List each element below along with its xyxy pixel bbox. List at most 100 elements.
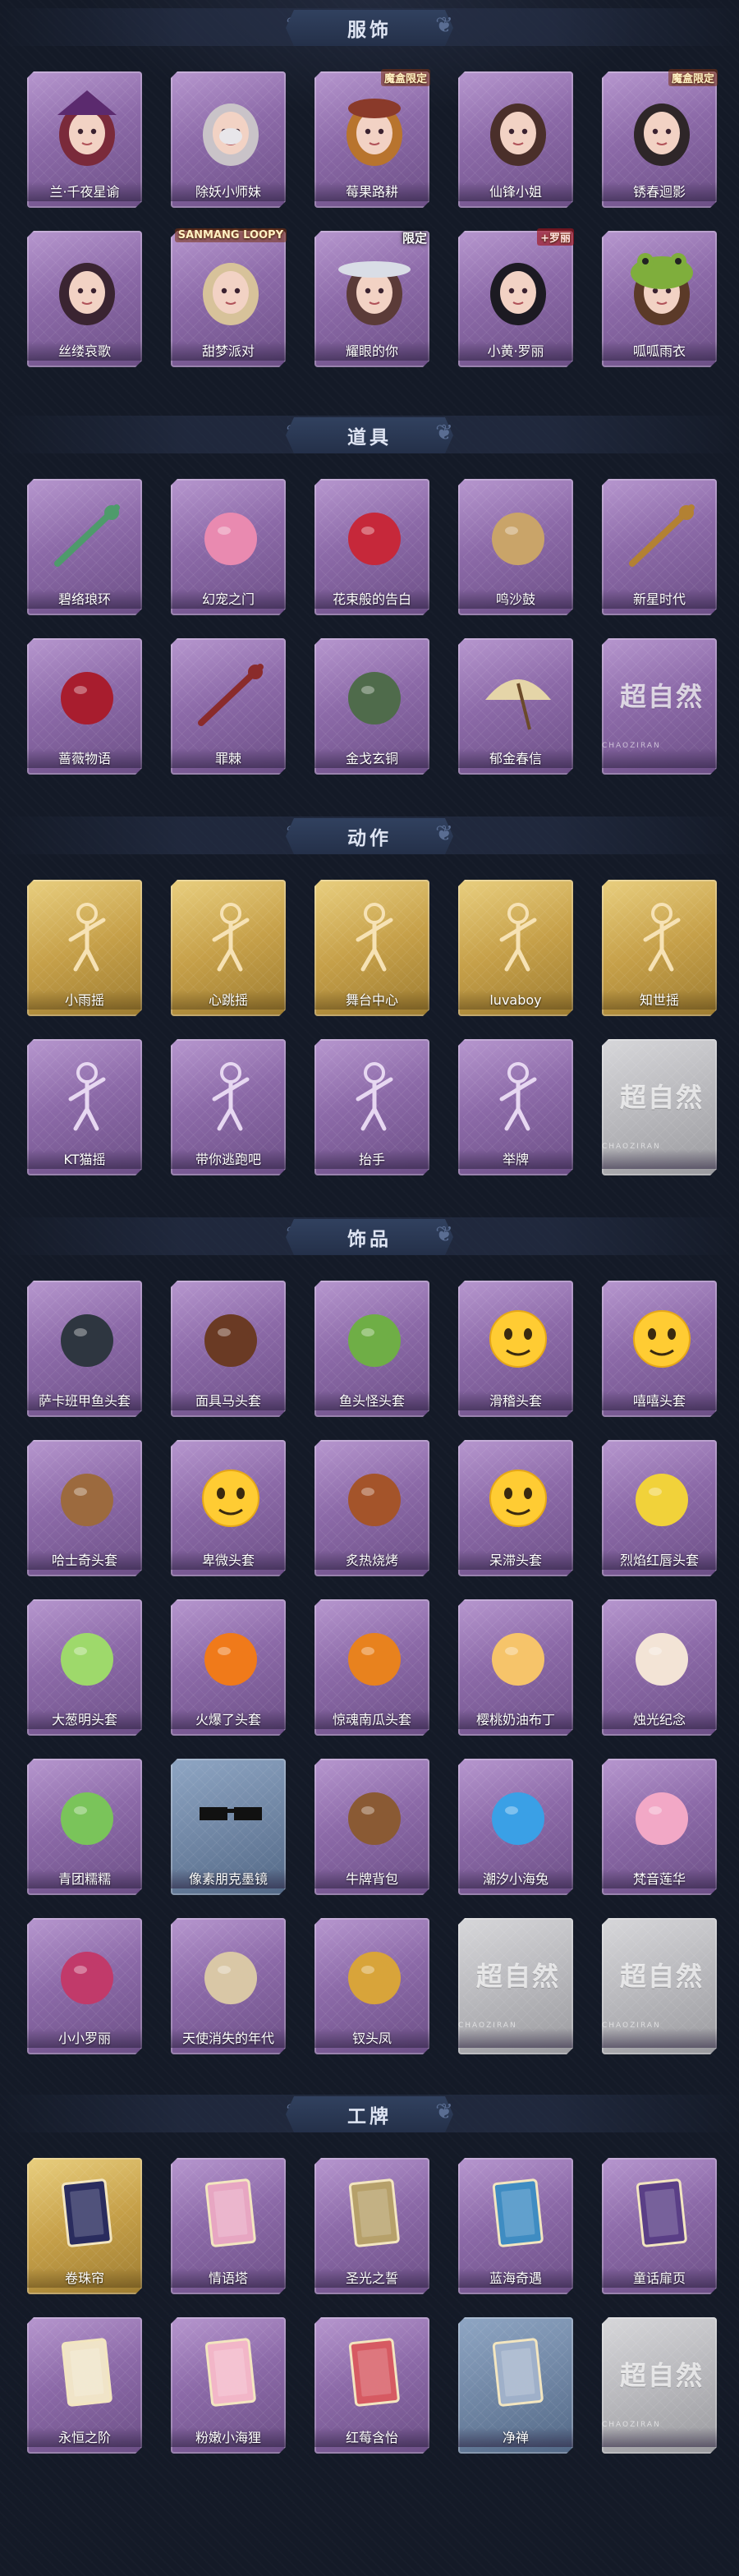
item-card[interactable]: 花束般的告白 <box>312 476 432 618</box>
item-card[interactable]: 小小罗丽 <box>25 1916 145 2057</box>
section-emotes: ❦动作❦小雨摇心跳摇舞台中心luvaboy知世摇KT猫摇带你逃跑吧抬手举牌CHA… <box>0 808 739 867</box>
item-card[interactable]: 碧络琅环 <box>25 476 145 618</box>
item-card[interactable]: 萨卡班甲鱼头套 <box>25 1278 145 1419</box>
item-name: luvaboy <box>458 990 573 1010</box>
item-name: 碧络琅环 <box>27 589 142 609</box>
tower-card-icon <box>184 2169 278 2260</box>
item-card[interactable]: 呱呱雨衣 <box>599 228 719 370</box>
item-card[interactable]: 天使消失的年代 <box>168 1916 288 2057</box>
item-card[interactable]: 甜梦派对 SANMANG LOOPY <box>168 228 288 370</box>
item-card[interactable]: 情语塔 <box>168 2155 288 2297</box>
jade-staff-icon <box>40 490 134 581</box>
item-card[interactable]: 蔷薇物语 <box>25 636 145 777</box>
item-card[interactable]: KT猫摇 <box>25 1037 145 1178</box>
paper-umbrella-icon <box>471 650 565 740</box>
placeholder-logo: 超自然 <box>619 2360 704 2391</box>
thorn-spear-icon <box>184 650 278 740</box>
item-name: 面具马头套 <box>171 1391 286 1410</box>
item-card[interactable]: 举牌 <box>456 1037 576 1178</box>
item-name: 鱼头怪头套 <box>314 1391 429 1410</box>
item-card[interactable]: 惊魂南瓜头套 <box>312 1597 432 1738</box>
card-frame: 情语塔 <box>171 2158 286 2294</box>
item-card[interactable]: 丝缕哀歌 <box>25 228 145 370</box>
item-card[interactable]: 卷珠帘 <box>25 2155 145 2297</box>
fish-head-icon <box>40 1292 134 1382</box>
item-card[interactable]: 童话扉页 <box>599 2155 719 2297</box>
curtain-card-icon <box>40 2169 134 2260</box>
item-card[interactable]: 小雨摇 <box>25 877 145 1019</box>
item-card[interactable]: 卑微头套 <box>168 1438 288 1579</box>
item-card[interactable]: 鸣沙鼓 <box>456 476 576 618</box>
item-card[interactable]: luvaboy <box>456 877 576 1019</box>
locked-item-card[interactable]: CHAOZIRAN 超自然 <box>456 1916 576 2057</box>
right-swirl-icon: ❦ <box>435 421 453 445</box>
item-card[interactable]: 红莓含怡 <box>312 2315 432 2456</box>
item-card[interactable]: 除妖小师妹 <box>168 69 288 210</box>
item-card[interactable]: 舞台中心 <box>312 877 432 1019</box>
item-card[interactable]: 带你逃跑吧 <box>168 1037 288 1178</box>
item-card[interactable]: 面具马头套 <box>168 1278 288 1419</box>
item-name: 郁金春信 <box>458 748 573 768</box>
item-card[interactable]: 锈春迴影 魔盒限定 <box>599 69 719 210</box>
item-name: 童话扉页 <box>602 2268 717 2288</box>
item-card[interactable]: 炙热烧烤 <box>312 1438 432 1579</box>
locked-item-card[interactable]: CHAOZIRAN 超自然 <box>599 2315 719 2456</box>
item-card[interactable]: 嘻嘻头套 <box>599 1278 719 1419</box>
card-frame: 面具马头套 <box>171 1281 286 1417</box>
item-card[interactable]: 大葱明头套 <box>25 1597 145 1738</box>
scallion-head-icon <box>40 1611 134 1701</box>
item-card[interactable]: 知世摇 <box>599 877 719 1019</box>
item-name: 罪棘 <box>171 748 286 768</box>
item-card[interactable]: 新星时代 <box>599 476 719 618</box>
locked-item-card[interactable]: CHAOZIRAN 超自然 <box>599 1916 719 2057</box>
item-card[interactable]: 小黄·罗丽 +罗丽 <box>456 228 576 370</box>
drum-ornament-icon <box>471 490 565 581</box>
locked-item-card[interactable]: CHAOZIRAN 超自然 <box>599 636 719 777</box>
item-name: 大葱明头套 <box>27 1709 142 1729</box>
item-card[interactable]: 金戈玄铜 <box>312 636 432 777</box>
card-frame: 兰·千夜星谕 <box>27 71 142 208</box>
item-card[interactable]: 蓝海奇遇 <box>456 2155 576 2297</box>
item-card[interactable]: 粉嫩小海狸 <box>168 2315 288 2456</box>
item-card[interactable]: 呆滞头套 <box>456 1438 576 1579</box>
item-card[interactable]: 烈焰红唇头套 <box>599 1438 719 1579</box>
item-card[interactable]: 抬手 <box>312 1037 432 1178</box>
item-card[interactable]: 莓果路耕 魔盒限定 <box>312 69 432 210</box>
card-frame: CHAOZIRAN 超自然 <box>602 1918 717 2054</box>
item-card[interactable]: 净禅 <box>456 2315 576 2456</box>
card-frame: 锈春迴影 <box>602 71 717 208</box>
card-frame: 鱼头怪头套 <box>314 1281 429 1417</box>
card-frame: 粉嫩小海狸 <box>171 2317 286 2454</box>
item-card[interactable]: 哈士奇头套 <box>25 1438 145 1579</box>
bronze-lantern-icon <box>328 650 421 740</box>
item-card[interactable]: 鱼头怪头套 <box>312 1278 432 1419</box>
item-card[interactable]: 钗头凤 <box>312 1916 432 2057</box>
card-frame: 心跳摇 <box>171 880 286 1016</box>
item-name: 火爆了头套 <box>171 1709 286 1729</box>
section-title: 道具 <box>347 427 392 448</box>
item-card[interactable]: 幻宠之门 <box>168 476 288 618</box>
item-card[interactable]: 兰·千夜星谕 <box>25 69 145 210</box>
item-card[interactable]: 樱桃奶油布丁 <box>456 1597 576 1738</box>
heart-pose-icon <box>184 891 278 982</box>
item-card[interactable]: 耀眼的你 限定 <box>312 228 432 370</box>
item-card[interactable]: 心跳摇 <box>168 877 288 1019</box>
item-card[interactable]: 仙锋小姐 <box>456 69 576 210</box>
item-card[interactable]: 罪棘 <box>168 636 288 777</box>
item-card[interactable]: 火爆了头套 <box>168 1597 288 1738</box>
item-card[interactable]: 牛牌背包 <box>312 1756 432 1898</box>
item-card[interactable]: 梵音莲华 <box>599 1756 719 1898</box>
item-card[interactable]: 青团糯糯 <box>25 1756 145 1898</box>
item-card[interactable]: 滑稽头套 <box>456 1278 576 1419</box>
item-name: 樱桃奶油布丁 <box>458 1709 573 1729</box>
item-card[interactable]: 郁金春信 <box>456 636 576 777</box>
card-frame: 青团糯糯 <box>27 1759 142 1895</box>
item-card[interactable]: 永恒之阶 <box>25 2315 145 2456</box>
locked-item-card[interactable]: CHAOZIRAN 超自然 <box>599 1037 719 1178</box>
item-card[interactable]: 潮汐小海兔 <box>456 1756 576 1898</box>
blue-sea-card-icon <box>471 2169 565 2260</box>
item-card[interactable]: 圣光之誓 <box>312 2155 432 2297</box>
item-card[interactable]: 烛光纪念 <box>599 1597 719 1738</box>
fairytale-card-icon <box>615 2169 709 2260</box>
item-card[interactable]: 像素朋克墨镜 <box>168 1756 288 1898</box>
